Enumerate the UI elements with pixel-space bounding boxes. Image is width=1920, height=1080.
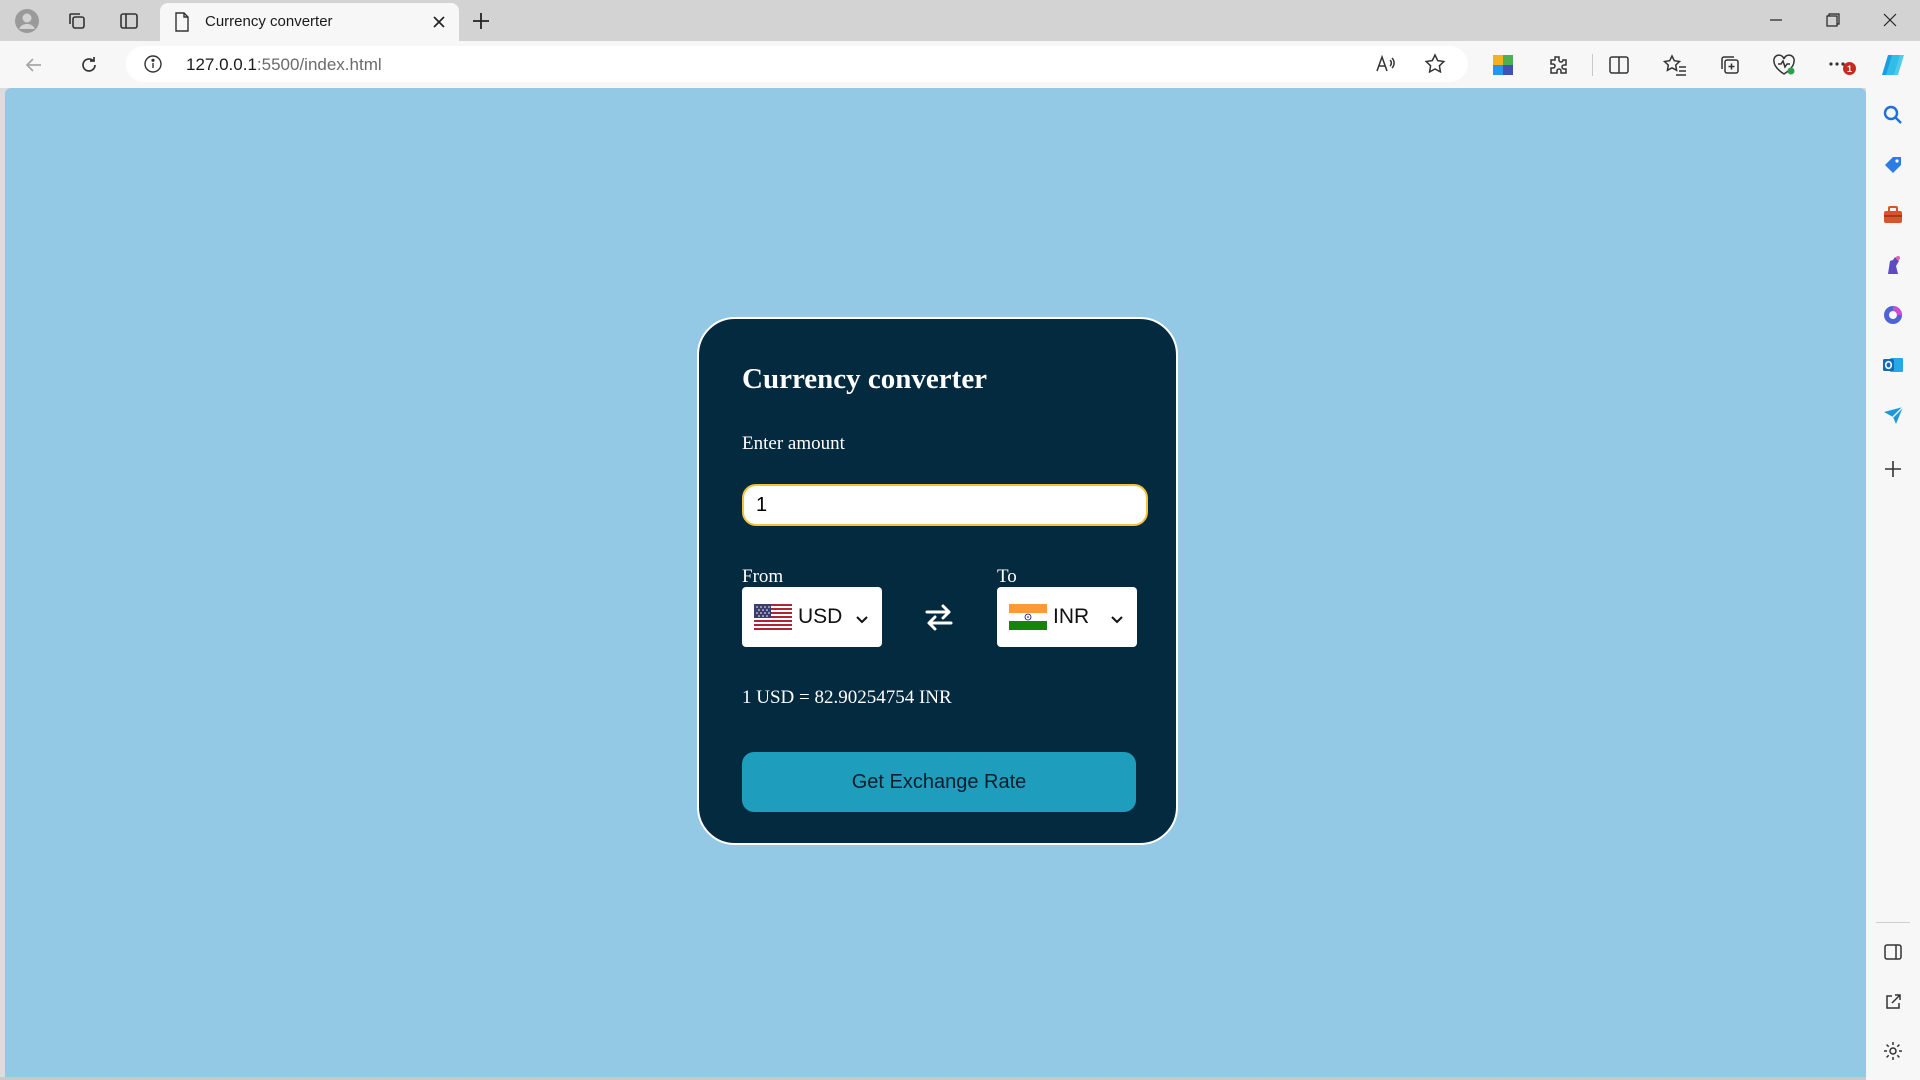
- extensions-icon[interactable]: [1541, 48, 1575, 82]
- to-label: To: [997, 566, 1017, 587]
- vertical-tabs-icon[interactable]: [114, 6, 144, 36]
- amount-label: Enter amount: [742, 433, 845, 454]
- amount-input[interactable]: [742, 484, 1148, 526]
- browser-essentials-icon[interactable]: [1767, 48, 1801, 82]
- shopping-icon[interactable]: [1879, 151, 1907, 179]
- settings-icon[interactable]: [1879, 1037, 1907, 1065]
- exchange-rate-text: 1 USD = 82.90254754 INR: [742, 687, 952, 708]
- chevron-down-icon: [856, 611, 868, 629]
- hide-sidebar-icon[interactable]: [1879, 938, 1907, 966]
- address-url: 127.0.0.1:5500/index.html: [186, 55, 382, 75]
- workspaces-icon[interactable]: [62, 6, 92, 36]
- info-icon[interactable]: [143, 54, 163, 79]
- us-flag-icon: [754, 604, 792, 630]
- get-exchange-rate-button[interactable]: Get Exchange Rate: [742, 752, 1136, 812]
- games-icon[interactable]: [1879, 251, 1907, 279]
- from-currency-code: USD: [798, 605, 843, 628]
- read-aloud-icon[interactable]: [1373, 51, 1399, 77]
- close-icon[interactable]: [429, 12, 449, 32]
- external-link-icon[interactable]: [1879, 988, 1907, 1016]
- copilot-icon[interactable]: [1876, 48, 1910, 82]
- browser-toolbar: 127.0.0.1:5500/index.html 1: [0, 41, 1920, 88]
- minimize-icon[interactable]: [1748, 0, 1804, 40]
- send-icon[interactable]: [1879, 401, 1907, 429]
- to-currency-code: INR: [1053, 605, 1090, 628]
- browser-tab-bar: Currency converter: [0, 0, 1920, 41]
- sidebar-divider: [1876, 922, 1910, 923]
- active-tab[interactable]: Currency converter: [160, 3, 459, 41]
- converter-card: Currency converter Enter amount From USD: [697, 317, 1178, 845]
- toolbar-divider: [1592, 54, 1593, 76]
- tools-icon[interactable]: [1879, 201, 1907, 229]
- back-icon[interactable]: [18, 49, 50, 81]
- extension-app-icon[interactable]: [1486, 48, 1520, 82]
- from-label: From: [742, 566, 784, 587]
- page-icon: [174, 12, 190, 37]
- india-flag-icon: [1009, 604, 1047, 630]
- address-bar[interactable]: 127.0.0.1:5500/index.html: [126, 46, 1468, 82]
- split-screen-icon[interactable]: [1602, 48, 1636, 82]
- url-path: :5500/index.html: [256, 55, 382, 74]
- from-currency-select[interactable]: USD: [742, 587, 882, 647]
- page-viewport: Currency converter Enter amount From USD: [5, 88, 1866, 1077]
- notification-badge: 1: [1843, 62, 1856, 75]
- chevron-down-icon: [1111, 611, 1123, 629]
- to-currency-select[interactable]: INR: [997, 587, 1137, 647]
- plus-icon[interactable]: [466, 6, 496, 36]
- outlook-icon[interactable]: [1879, 351, 1907, 379]
- add-icon[interactable]: [1879, 455, 1907, 483]
- url-host: 127.0.0.1: [186, 55, 257, 74]
- favorites-icon[interactable]: [1658, 48, 1692, 82]
- page-title: Currency converter: [742, 363, 988, 395]
- refresh-icon[interactable]: [73, 49, 105, 81]
- profile-icon[interactable]: [12, 6, 42, 36]
- swap-icon[interactable]: [921, 601, 957, 633]
- browser-sidebar: [1866, 88, 1920, 1080]
- collections-icon[interactable]: [1713, 48, 1747, 82]
- restore-icon[interactable]: [1805, 0, 1861, 40]
- tab-title: Currency converter: [205, 13, 333, 30]
- favorite-star-icon[interactable]: [1422, 51, 1448, 77]
- microsoft365-icon[interactable]: [1879, 301, 1907, 329]
- close-window-icon[interactable]: [1862, 0, 1918, 40]
- search-icon[interactable]: [1879, 101, 1907, 129]
